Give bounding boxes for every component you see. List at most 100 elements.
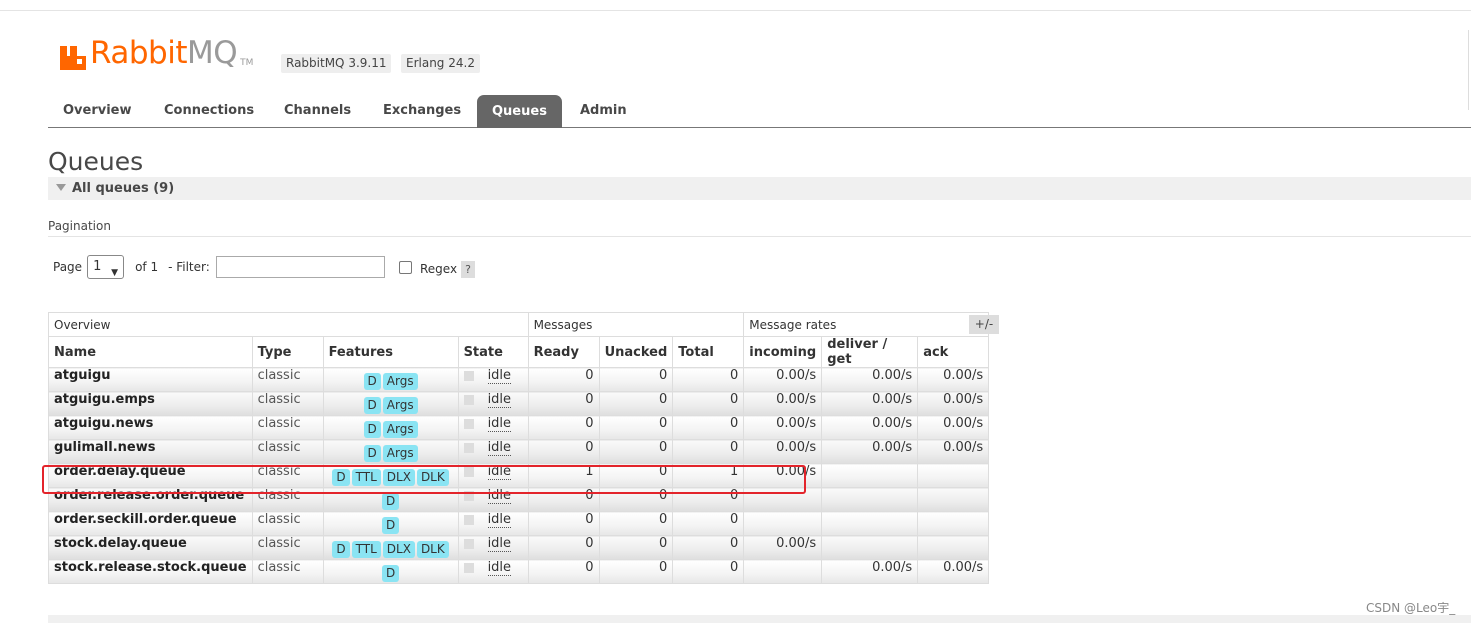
table-row[interactable]: stock.release.stock.queue classic Didle 0 0 0… bbox=[48, 559, 990, 584]
messages-total: 0 bbox=[672, 415, 745, 440]
state-label: idle bbox=[487, 560, 512, 576]
col-type[interactable]: Type bbox=[251, 336, 324, 368]
table-row[interactable]: atguigu.news classic D Args idle 0 0 0 0.00/s 0.0… bbox=[48, 415, 990, 440]
regex-help-button[interactable]: ? bbox=[461, 261, 475, 278]
state-label: idle bbox=[487, 416, 512, 432]
pagination-divider bbox=[48, 236, 1471, 237]
rabbitmq-logo[interactable]: RabbitMQ TM bbox=[60, 36, 253, 70]
tab-channels[interactable]: Channels bbox=[284, 95, 351, 127]
table-row[interactable]: order.seckill.order.queue classic Didle 0 0 0 bbox=[48, 511, 990, 536]
rate-deliver-get: 0.00/s bbox=[821, 367, 919, 392]
group-overview: Overview bbox=[48, 312, 529, 337]
page-title: Queues bbox=[48, 147, 144, 176]
queue-type: classic bbox=[251, 511, 324, 536]
tab-queues[interactable]: Queues bbox=[477, 95, 562, 128]
messages-unacked: 0 bbox=[598, 391, 674, 416]
messages-ready: 0 bbox=[527, 439, 600, 464]
messages-total: 0 bbox=[672, 559, 745, 584]
tab-overview[interactable]: Overview bbox=[63, 95, 132, 127]
col-features[interactable]: Features bbox=[322, 336, 459, 368]
state-indicator-icon bbox=[463, 442, 474, 453]
top-divider bbox=[0, 10, 1471, 11]
rate-deliver-get bbox=[821, 463, 919, 488]
feature-badge: Args bbox=[382, 397, 418, 414]
messages-total: 0 bbox=[672, 367, 745, 392]
group-message-rates: Message rates bbox=[743, 312, 990, 337]
queues-table: Overview Messages Message rates Name Typ… bbox=[48, 312, 990, 584]
col-incoming[interactable]: incoming bbox=[743, 336, 823, 368]
queue-name-link[interactable]: atguigu bbox=[48, 367, 253, 392]
feature-badge: D bbox=[363, 445, 381, 462]
col-total[interactable]: Total bbox=[672, 336, 745, 368]
rate-ack: 0.00/s bbox=[917, 415, 990, 440]
queue-features: D Args bbox=[322, 439, 459, 464]
queue-type: classic bbox=[251, 535, 324, 560]
rate-deliver-get bbox=[821, 487, 919, 512]
rate-deliver-get bbox=[821, 535, 919, 560]
state-indicator-icon bbox=[463, 514, 474, 525]
regex-checkbox[interactable] bbox=[399, 261, 412, 274]
col-ack[interactable]: ack bbox=[917, 336, 990, 368]
rate-ack: 0.00/s bbox=[917, 439, 990, 464]
toggle-columns-button[interactable]: +/- bbox=[969, 315, 999, 334]
highlight-box bbox=[42, 465, 806, 494]
rate-incoming: 0.00/s bbox=[743, 439, 823, 464]
tab-admin[interactable]: Admin bbox=[580, 95, 627, 127]
group-messages: Messages bbox=[527, 312, 745, 337]
rate-ack bbox=[917, 535, 990, 560]
table-row[interactable]: gulimall.news classic D Args idle 0 0 0 0.00/s 0.… bbox=[48, 439, 990, 464]
rate-ack: 0.00/s bbox=[917, 391, 990, 416]
pagination-label[interactable]: Pagination bbox=[48, 219, 111, 233]
messages-ready: 0 bbox=[527, 511, 600, 536]
queue-name-link[interactable]: gulimall.news bbox=[48, 439, 253, 464]
regex-label: Regex bbox=[420, 262, 458, 276]
col-deliver-get[interactable]: deliver / get bbox=[821, 336, 919, 368]
page-select[interactable]: 1 ▼ bbox=[87, 255, 125, 279]
queue-type: classic bbox=[251, 391, 324, 416]
feature-badge: Args bbox=[382, 445, 418, 462]
rate-incoming: 0.00/s bbox=[743, 367, 823, 392]
queue-type: classic bbox=[251, 367, 324, 392]
queue-name-link[interactable]: atguigu.emps bbox=[48, 391, 253, 416]
queue-name-link[interactable]: atguigu.news bbox=[48, 415, 253, 440]
rate-deliver-get: 0.00/s bbox=[821, 391, 919, 416]
feature-badge: D bbox=[381, 493, 400, 510]
filter-label: - Filter: bbox=[168, 260, 210, 274]
state-indicator-icon bbox=[463, 394, 474, 405]
queue-type: classic bbox=[251, 415, 324, 440]
state-indicator-icon bbox=[463, 562, 474, 573]
messages-unacked: 0 bbox=[598, 367, 674, 392]
queue-name-link[interactable]: order.seckill.order.queue bbox=[48, 511, 253, 536]
rate-incoming: 0.00/s bbox=[743, 391, 823, 416]
table-row[interactable]: atguigu classic D Args idle 0 0 0 0.00/s 0.00/s 0.… bbox=[48, 367, 990, 392]
messages-ready: 0 bbox=[527, 559, 600, 584]
rate-deliver-get: 0.00/s bbox=[821, 559, 919, 584]
messages-total: 0 bbox=[672, 535, 745, 560]
feature-badge: D bbox=[381, 565, 400, 582]
col-name[interactable]: Name bbox=[48, 336, 253, 368]
table-row[interactable]: atguigu.emps classic D Args idle 0 0 0 0.00/s 0.0… bbox=[48, 391, 990, 416]
filter-input[interactable] bbox=[216, 256, 385, 278]
table-row[interactable]: stock.delay.queue classic D TTL DLX DLK idle 0 0… bbox=[48, 535, 990, 560]
watermark: CSDN @Leo宇_ bbox=[1366, 601, 1456, 615]
footer-bar bbox=[48, 615, 1471, 623]
main-nav-tabs: Overview Connections Channels Exchanges … bbox=[48, 95, 1471, 128]
col-ready[interactable]: Ready bbox=[527, 336, 600, 368]
feature-badge: Args bbox=[382, 373, 418, 390]
tab-connections[interactable]: Connections bbox=[164, 95, 254, 127]
queue-features: D Args bbox=[322, 415, 459, 440]
feature-badge: TTL bbox=[351, 541, 381, 558]
erlang-version-badge: Erlang 24.2 bbox=[401, 54, 480, 73]
feature-badge: DLK bbox=[416, 541, 449, 558]
queue-state: idle bbox=[457, 535, 529, 560]
col-state[interactable]: State bbox=[457, 336, 529, 368]
queue-features: D bbox=[322, 511, 459, 536]
all-queues-section-toggle[interactable]: All queues (9) bbox=[48, 177, 1471, 200]
col-unacked[interactable]: Unacked bbox=[598, 336, 674, 368]
tab-exchanges[interactable]: Exchanges bbox=[383, 95, 461, 127]
section-title: All queues (9) bbox=[72, 181, 175, 196]
state-label: idle bbox=[487, 392, 512, 408]
queue-name-link[interactable]: stock.delay.queue bbox=[48, 535, 253, 560]
queue-features: D bbox=[322, 559, 459, 584]
queue-name-link[interactable]: stock.release.stock.queue bbox=[48, 559, 253, 584]
